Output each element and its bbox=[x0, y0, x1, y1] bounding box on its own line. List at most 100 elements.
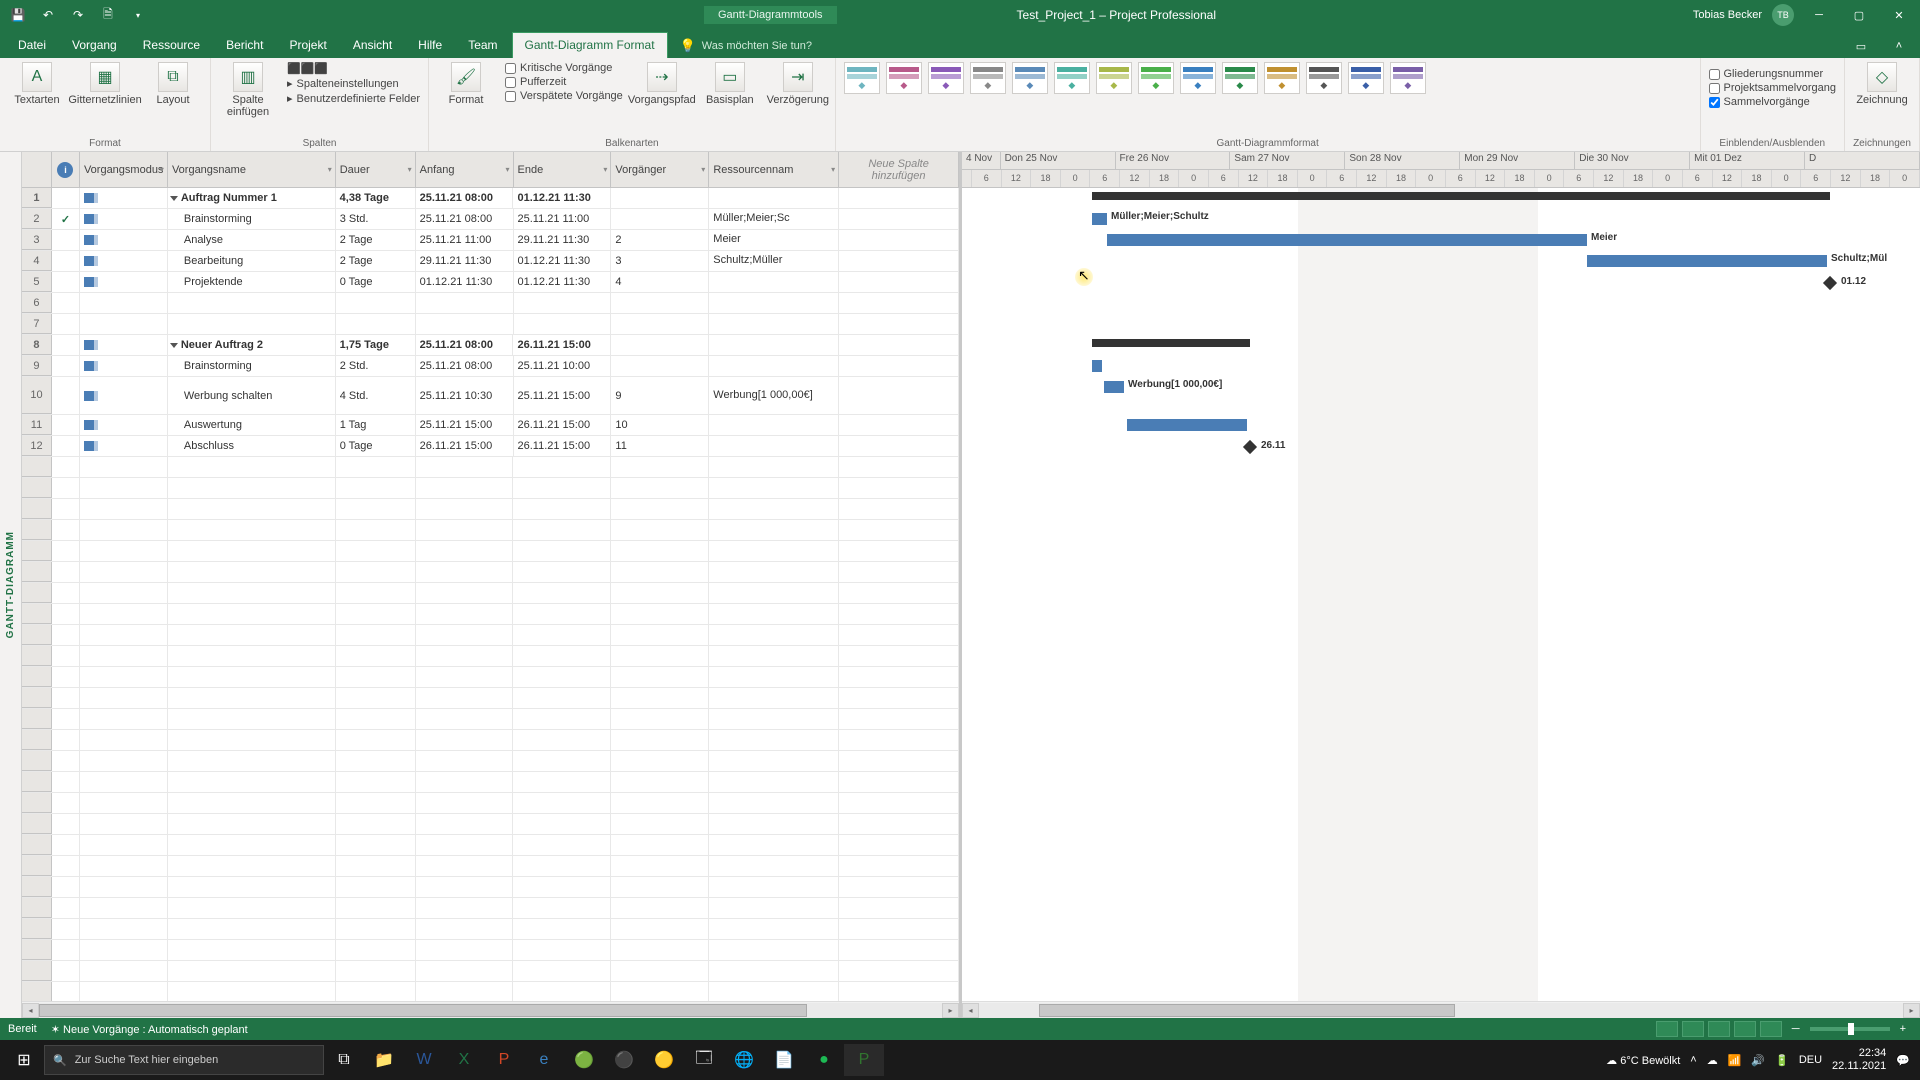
gantt-style-swatch[interactable]: ◆ bbox=[970, 62, 1006, 94]
col-duration[interactable]: Dauer▾ bbox=[336, 152, 416, 187]
gantt-task-bar[interactable] bbox=[1092, 213, 1107, 225]
chrome-icon[interactable]: 🟢 bbox=[564, 1044, 604, 1076]
onedrive-icon[interactable]: ☁ bbox=[1707, 1054, 1718, 1067]
project-icon[interactable]: P bbox=[844, 1044, 884, 1076]
table-row[interactable]: 7 bbox=[22, 314, 959, 335]
verspatete-check[interactable]: Verspätete Vorgänge bbox=[505, 90, 623, 102]
gantt-task-bar[interactable] bbox=[1127, 419, 1247, 431]
qat-doc-icon[interactable]: 🗎 bbox=[98, 5, 118, 25]
spalteneinstellungen-button[interactable]: ▸ Spalteneinstellungen bbox=[287, 77, 420, 90]
gantt-style-swatch[interactable]: ◆ bbox=[1390, 62, 1426, 94]
table-row[interactable]: 2✓Brainstorming3 Std.25.11.21 08:0025.11… bbox=[22, 209, 959, 230]
gantt-style-swatch[interactable]: ◆ bbox=[1306, 62, 1342, 94]
close-button[interactable]: ✕ bbox=[1884, 3, 1914, 27]
gantt-scroll-thumb[interactable] bbox=[1039, 1004, 1455, 1017]
gantt-style-swatch[interactable]: ◆ bbox=[1054, 62, 1090, 94]
ribbon-display-options-icon[interactable]: ▭ bbox=[1846, 34, 1876, 58]
gantt-style-swatch[interactable]: ◆ bbox=[1348, 62, 1384, 94]
tab-bericht[interactable]: Bericht bbox=[214, 33, 275, 58]
kritische-check[interactable]: Kritische Vorgänge bbox=[505, 62, 623, 74]
gantt-summary-bar[interactable] bbox=[1092, 339, 1250, 347]
tell-me-search[interactable]: 💡 Was möchten Sie tun? bbox=[670, 34, 822, 58]
basisplan-button[interactable]: ▭Basisplan bbox=[701, 62, 759, 106]
gantt-style-gallery[interactable]: ◆◆◆◆◆◆◆◆◆◆◆◆◆◆ bbox=[844, 62, 1426, 94]
gantt-summary-bar[interactable] bbox=[1092, 192, 1830, 200]
table-row[interactable] bbox=[22, 772, 959, 793]
wifi-icon[interactable]: 📶 bbox=[1728, 1054, 1742, 1067]
table-row[interactable] bbox=[22, 520, 959, 541]
view-sidebar[interactable]: GANTT-DIAGRAMM bbox=[0, 152, 22, 1018]
col-resources[interactable]: Ressourcennam▾ bbox=[709, 152, 839, 187]
timescale[interactable]: 4 NovDon 25 NovFre 26 NovSam 27 NovSon 2… bbox=[962, 152, 1920, 188]
app-icon-2[interactable]: 🗔 bbox=[684, 1044, 724, 1076]
col-mode[interactable]: Vorgangsmodus▾ bbox=[80, 152, 168, 187]
vorgangspfad-button[interactable]: ⇢Vorgangspfad bbox=[633, 62, 691, 106]
clock[interactable]: 22:34 22.11.2021 bbox=[1832, 1047, 1886, 1073]
gantt-milestone[interactable] bbox=[1823, 276, 1837, 290]
gantt-style-swatch[interactable]: ◆ bbox=[886, 62, 922, 94]
tab-ressource[interactable]: Ressource bbox=[131, 33, 212, 58]
view-report-icon[interactable] bbox=[1760, 1021, 1782, 1037]
table-row[interactable] bbox=[22, 688, 959, 709]
table-row[interactable]: 12Abschluss0 Tage26.11.21 15:0026.11.21 … bbox=[22, 436, 959, 457]
view-team-planner-icon[interactable] bbox=[1708, 1021, 1730, 1037]
table-row[interactable] bbox=[22, 646, 959, 667]
taskbar-search[interactable]: 🔍 Zur Suche Text hier eingeben bbox=[44, 1045, 324, 1075]
benutzerdef-felder-button[interactable]: ▸ Benutzerdefinierte Felder bbox=[287, 92, 420, 105]
edge-legacy-icon[interactable]: e bbox=[524, 1044, 564, 1076]
language-indicator[interactable]: DEU bbox=[1799, 1054, 1822, 1066]
format-dropdown-button[interactable]: 🖌Format bbox=[437, 62, 495, 106]
tab-ansicht[interactable]: Ansicht bbox=[341, 33, 404, 58]
undo-icon[interactable]: ↶ bbox=[38, 5, 58, 25]
gantt-task-bar[interactable] bbox=[1107, 234, 1587, 246]
table-row[interactable] bbox=[22, 499, 959, 520]
zoom-out-icon[interactable]: ─ bbox=[1786, 1023, 1806, 1035]
table-row[interactable]: 1Auftrag Nummer 14,38 Tage25.11.21 08:00… bbox=[22, 188, 959, 209]
excel-icon[interactable]: X bbox=[444, 1044, 484, 1076]
col-predecessors[interactable]: Vorgänger▾ bbox=[611, 152, 709, 187]
gantt-milestone[interactable] bbox=[1243, 440, 1257, 454]
table-row[interactable]: 6 bbox=[22, 293, 959, 314]
battery-icon[interactable]: 🔋 bbox=[1775, 1054, 1789, 1067]
table-row[interactable] bbox=[22, 898, 959, 919]
tab-gantt-format[interactable]: Gantt-Diagramm Format bbox=[512, 32, 668, 58]
gantt-task-bar[interactable] bbox=[1587, 255, 1827, 267]
scroll-thumb[interactable] bbox=[39, 1004, 807, 1017]
table-row[interactable] bbox=[22, 793, 959, 814]
table-row[interactable] bbox=[22, 940, 959, 961]
gantt-bars-area[interactable]: ↖ Müller;Meier;SchultzMeierSchultz;Mül01… bbox=[962, 188, 1920, 1001]
gantt-style-swatch[interactable]: ◆ bbox=[1138, 62, 1174, 94]
gantt-style-swatch[interactable]: ◆ bbox=[1222, 62, 1258, 94]
gantt-scroll-left-icon[interactable]: ◂ bbox=[962, 1003, 979, 1018]
table-row[interactable]: 4Bearbeitung2 Tage29.11.21 11:3001.12.21… bbox=[22, 251, 959, 272]
weather-widget[interactable]: ☁ 6°C Bewölkt bbox=[1606, 1054, 1680, 1067]
collapse-ribbon-icon[interactable]: ˄ bbox=[1884, 34, 1914, 58]
gantt-task-bar[interactable] bbox=[1092, 360, 1102, 372]
table-row[interactable] bbox=[22, 751, 959, 772]
gliederung-check[interactable]: Gliederungsnummer bbox=[1709, 68, 1837, 80]
view-gantt-icon[interactable] bbox=[1656, 1021, 1678, 1037]
projektsammel-check[interactable]: Projektsammelvorgang bbox=[1709, 82, 1837, 94]
volume-icon[interactable]: 🔊 bbox=[1751, 1054, 1765, 1067]
textarten-button[interactable]: ATextarten bbox=[8, 62, 66, 106]
tab-team[interactable]: Team bbox=[456, 33, 509, 58]
gitternetz-button[interactable]: ▦Gitternetzlinien bbox=[76, 62, 134, 106]
zoom-in-icon[interactable]: + bbox=[1894, 1023, 1912, 1035]
table-row[interactable]: 3Analyse2 Tage25.11.21 11:0029.11.21 11:… bbox=[22, 230, 959, 251]
view-resource-sheet-icon[interactable] bbox=[1734, 1021, 1756, 1037]
gantt-style-swatch[interactable]: ◆ bbox=[1264, 62, 1300, 94]
gantt-task-bar[interactable] bbox=[1104, 381, 1124, 393]
gantt-style-swatch[interactable]: ◆ bbox=[1180, 62, 1216, 94]
notepad-icon[interactable]: 📄 bbox=[764, 1044, 804, 1076]
scroll-right-icon[interactable]: ▸ bbox=[942, 1003, 959, 1018]
gantt-style-swatch[interactable]: ◆ bbox=[1096, 62, 1132, 94]
table-row[interactable] bbox=[22, 541, 959, 562]
sammelvor-check[interactable]: Sammelvorgänge bbox=[1709, 96, 1837, 108]
view-task-usage-icon[interactable] bbox=[1682, 1021, 1704, 1037]
maximize-button[interactable]: ▢ bbox=[1844, 3, 1874, 27]
gantt-style-swatch[interactable]: ◆ bbox=[928, 62, 964, 94]
explorer-icon[interactable]: 📁 bbox=[364, 1044, 404, 1076]
zeichnung-button[interactable]: ◇Zeichnung bbox=[1853, 62, 1911, 106]
tab-datei[interactable]: Datei bbox=[6, 33, 58, 58]
col-name[interactable]: Vorgangsname▾ bbox=[168, 152, 336, 187]
